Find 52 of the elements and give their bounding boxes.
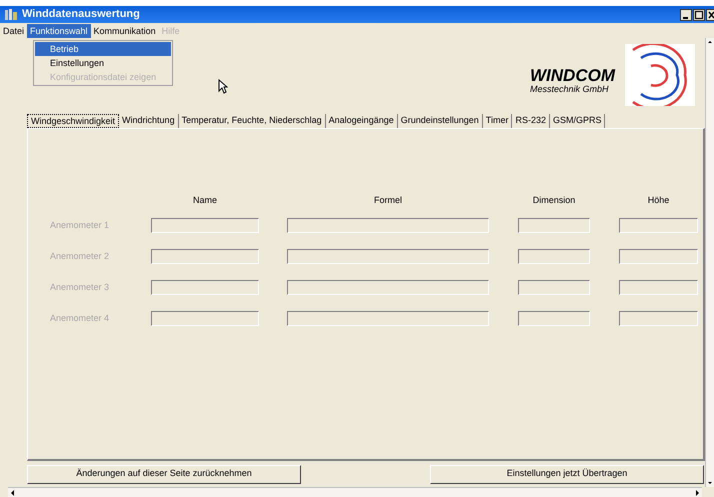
close-icon[interactable] [706, 8, 714, 20]
input-field[interactable] [619, 310, 698, 326]
column-header: Dimension [532, 194, 576, 208]
scroll-up-icon[interactable] [706, 38, 714, 46]
action-button[interactable]: Änderungen auf dieser Seite zurücknehmen [27, 464, 301, 484]
input-field[interactable] [287, 248, 489, 264]
row-label: Anemometer 3 [50, 280, 110, 294]
tab[interactable]: Windrichtung [119, 114, 179, 128]
input-field[interactable] [619, 218, 698, 233]
column-header: Name [192, 194, 218, 208]
tab[interactable]: RS-232 [512, 114, 550, 128]
tab[interactable]: Timer [482, 114, 512, 128]
input-field[interactable] [151, 218, 259, 233]
input-field[interactable] [287, 310, 489, 326]
tab[interactable]: Grundeinstellungen [398, 114, 483, 128]
scroll-down-icon[interactable] [706, 479, 714, 487]
window-title: Winddatenauswertung [22, 7, 140, 22]
input-field[interactable] [151, 310, 259, 326]
logo-icon [625, 44, 695, 106]
cursor-icon [218, 79, 228, 94]
minimize-icon[interactable] [680, 8, 692, 20]
tab[interactable]: GSM/GPRS [550, 114, 606, 128]
menu-item[interactable]: Funktionswahl [27, 24, 91, 38]
dropdown-item[interactable]: Betrieb [35, 42, 171, 56]
input-field[interactable] [619, 280, 698, 295]
column-header: Höhe [646, 194, 670, 208]
menu-item[interactable]: Kommunikation [90, 24, 159, 38]
tab[interactable]: Temperatur, Feuchte, Niederschlag [178, 114, 326, 128]
input-field[interactable] [518, 218, 590, 233]
row-label: Anemometer 4 [50, 312, 110, 324]
tab[interactable]: Analogeingänge [326, 114, 398, 128]
dropdown-item[interactable]: Einstellungen [35, 56, 171, 70]
logo-name: WINDCOM [530, 66, 615, 84]
input-field[interactable] [619, 248, 698, 264]
input-field[interactable] [151, 248, 259, 264]
logo-subtitle: Messtechnik GmbH [530, 84, 609, 94]
vertical-scrollbar[interactable] [705, 38, 714, 487]
input-field[interactable] [518, 280, 590, 295]
maximize-icon[interactable] [693, 8, 705, 20]
action-button[interactable]: Einstellungen jetzt Übertragen [430, 464, 704, 484]
column-header: Formel [372, 194, 403, 208]
app-icon [4, 8, 18, 20]
input-field[interactable] [287, 218, 489, 233]
tab[interactable]: Windgeschwindigkeit [27, 114, 120, 128]
row-label: Anemometer 2 [50, 250, 110, 262]
input-field[interactable] [287, 280, 489, 295]
input-field[interactable] [518, 310, 590, 326]
input-field[interactable] [518, 248, 590, 264]
row-label: Anemometer 1 [50, 218, 110, 232]
horizontal-scrollbar[interactable] [8, 487, 702, 497]
menu-item[interactable]: Datei [0, 24, 28, 38]
input-field[interactable] [151, 280, 259, 295]
